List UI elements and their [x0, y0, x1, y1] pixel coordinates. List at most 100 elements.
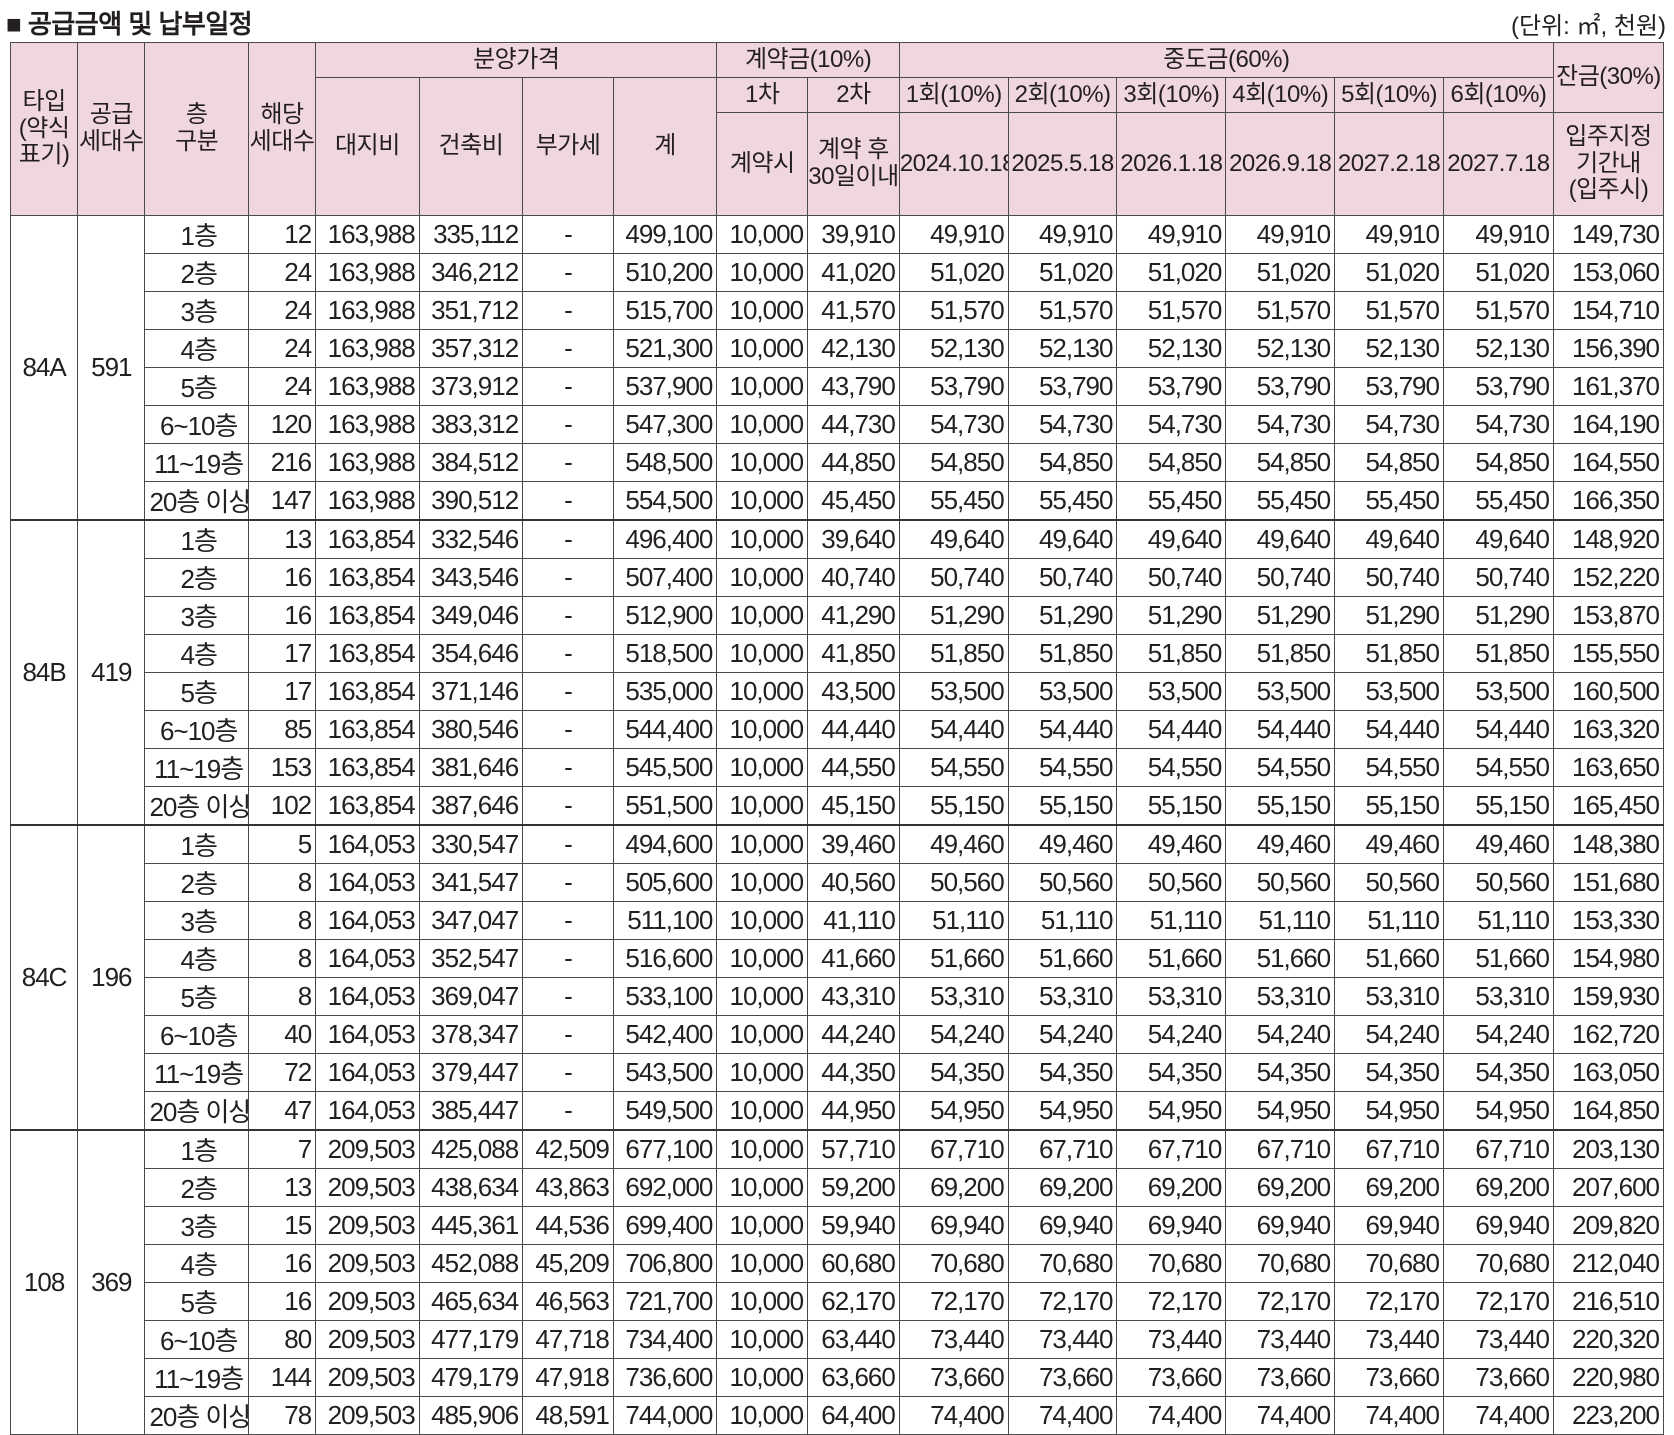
cell-middle-5: 69,940	[1334, 1206, 1444, 1245]
cell-building: 379,447	[418, 1053, 524, 1092]
cell-contract-2: 41,290	[807, 596, 900, 635]
cell-type: 108	[9, 1129, 79, 1435]
table-header: 타입 (약식 표기) 공급 세대수 층 구분 해당 세대수 분양가격 계약금(10%) 중…	[9, 42, 1665, 216]
cell-vat: -	[522, 1091, 614, 1131]
cell-middle-6: 50,560	[1442, 863, 1554, 902]
cell-middle-6: 73,660	[1442, 1358, 1554, 1397]
cell-middle-3: 52,130	[1116, 329, 1227, 368]
cell-middle-2: 55,150	[1007, 786, 1118, 826]
cell-contract-1: 10,000	[716, 519, 809, 559]
cell-floor: 3층	[144, 901, 249, 940]
cell-middle-1: 54,350	[898, 1053, 1009, 1092]
table-row: 6~10층 85 163,854 380,546-544,400 10,000 44,44…	[11, 710, 1665, 749]
cell-middle-5: 50,560	[1334, 863, 1444, 902]
cell-vat: 43,863	[522, 1168, 614, 1207]
cell-contract-1: 10,000	[716, 329, 809, 368]
cell-middle-1: 51,290	[898, 596, 1009, 635]
cell-contract-2: 43,310	[807, 977, 900, 1016]
cell-land: 163,854	[315, 558, 420, 597]
cell-middle-1: 49,910	[898, 215, 1009, 254]
cell-middle-6: 67,710	[1442, 1129, 1554, 1169]
cell-total: 521,300	[612, 329, 718, 368]
cell-contract-2: 44,950	[807, 1091, 900, 1131]
cell-units: 24	[247, 253, 317, 292]
cell-contract-1: 10,000	[716, 1168, 809, 1207]
cell-middle-5: 53,790	[1334, 367, 1444, 406]
cell-contract-1: 10,000	[716, 634, 809, 673]
cell-middle-6: 53,790	[1442, 367, 1554, 406]
cell-vat: -	[522, 672, 614, 711]
cell-total: 544,400	[612, 710, 718, 749]
cell-floor: 20층 이상	[144, 481, 249, 521]
cell-floor: 5층	[144, 1282, 249, 1321]
cell-units: 8	[247, 863, 317, 902]
cell-middle-6: 53,500	[1442, 672, 1554, 711]
cell-floor: 4층	[144, 1244, 249, 1283]
cell-middle-2: 51,570	[1007, 291, 1118, 330]
cell-middle-4: 54,440	[1225, 710, 1336, 749]
table-row: 4층 24 163,988 357,312-521,300 10,000 42,130 52…	[11, 329, 1665, 368]
cell-middle-5: 54,440	[1334, 710, 1444, 749]
cell-balance: 159,930	[1552, 977, 1665, 1016]
cell-contract-1: 10,000	[716, 977, 809, 1016]
cell-middle-3: 51,660	[1116, 939, 1227, 978]
cell-building: 425,088	[418, 1129, 524, 1169]
cell-total: 692,000	[612, 1168, 718, 1207]
cell-building: 378,347	[418, 1015, 524, 1054]
cell-total: 533,100	[612, 977, 718, 1016]
header-middle-date-2: 2025.5.18	[1007, 112, 1118, 216]
cell-middle-5: 73,440	[1334, 1320, 1444, 1359]
cell-total: 518,500	[612, 634, 718, 673]
cell-middle-1: 54,240	[898, 1015, 1009, 1054]
cell-middle-1: 72,170	[898, 1282, 1009, 1321]
cell-middle-6: 73,440	[1442, 1320, 1554, 1359]
table-row: 20층 이상 47 164,053 385,447-549,500 10,000 44,9…	[11, 1091, 1665, 1131]
table-row: 5층 8 164,053 369,047-533,100 10,000 43,310 53,…	[11, 977, 1665, 1016]
cell-balance: 220,980	[1552, 1358, 1665, 1397]
cell-land: 164,053	[315, 824, 420, 864]
cell-middle-4: 54,850	[1225, 443, 1336, 482]
cell-units: 153	[247, 748, 317, 787]
header-middle-date-1: 2024.10.18	[898, 112, 1009, 216]
table-row: 4층 8 164,053 352,547-516,600 10,000 41,660 51,…	[11, 939, 1665, 978]
cell-middle-5: 51,110	[1334, 901, 1444, 940]
cell-type: 84B	[9, 519, 79, 826]
cell-middle-3: 67,710	[1116, 1129, 1227, 1169]
cell-land: 209,503	[315, 1358, 420, 1397]
cell-middle-5: 72,170	[1334, 1282, 1444, 1321]
cell-balance: 212,040	[1552, 1244, 1665, 1283]
cell-contract-2: 44,440	[807, 710, 900, 749]
table-body: 84A 591 1층 12 163,988 335,112-499,100 10,000 39…	[9, 215, 1665, 1435]
cell-middle-6: 55,150	[1442, 786, 1554, 826]
cell-building: 485,906	[418, 1396, 524, 1435]
cell-vat: -	[522, 405, 614, 444]
cell-middle-6: 51,110	[1442, 901, 1554, 940]
header-vat: 부가세	[522, 77, 614, 216]
cell-land: 163,988	[315, 367, 420, 406]
cell-contract-2: 41,850	[807, 634, 900, 673]
header-units: 해당 세대수	[247, 42, 317, 216]
table-row: 84A 591 1층 12 163,988 335,112-499,100 10,000 39…	[9, 215, 1665, 521]
cell-floor: 6~10층	[144, 1015, 249, 1054]
cell-floor: 20층 이상	[144, 1396, 249, 1435]
header-middle-round-6: 6회(10%)	[1442, 77, 1554, 113]
cell-floor: 5층	[144, 672, 249, 711]
cell-balance: 154,980	[1552, 939, 1665, 978]
cell-middle-1: 55,450	[898, 481, 1009, 521]
cell-units: 17	[247, 634, 317, 673]
cell-vat: 47,918	[522, 1358, 614, 1397]
cell-middle-6: 53,310	[1442, 977, 1554, 1016]
cell-middle-1: 70,680	[898, 1244, 1009, 1283]
cell-contract-1: 10,000	[716, 215, 809, 254]
cell-units: 8	[247, 901, 317, 940]
cell-middle-5: 49,910	[1334, 215, 1444, 254]
table-row: 84C 196 1층 5 164,053 330,547-494,600 10,000 39,…	[9, 824, 1665, 1131]
header-contract-2: 2차	[807, 77, 900, 113]
cell-middle-3: 50,560	[1116, 863, 1227, 902]
cell-middle-5: 55,450	[1334, 481, 1444, 521]
cell-land: 163,988	[315, 215, 420, 254]
cell-land: 164,053	[315, 901, 420, 940]
cell-middle-2: 49,640	[1007, 519, 1118, 559]
cell-units: 15	[247, 1206, 317, 1245]
cell-building: 380,546	[418, 710, 524, 749]
